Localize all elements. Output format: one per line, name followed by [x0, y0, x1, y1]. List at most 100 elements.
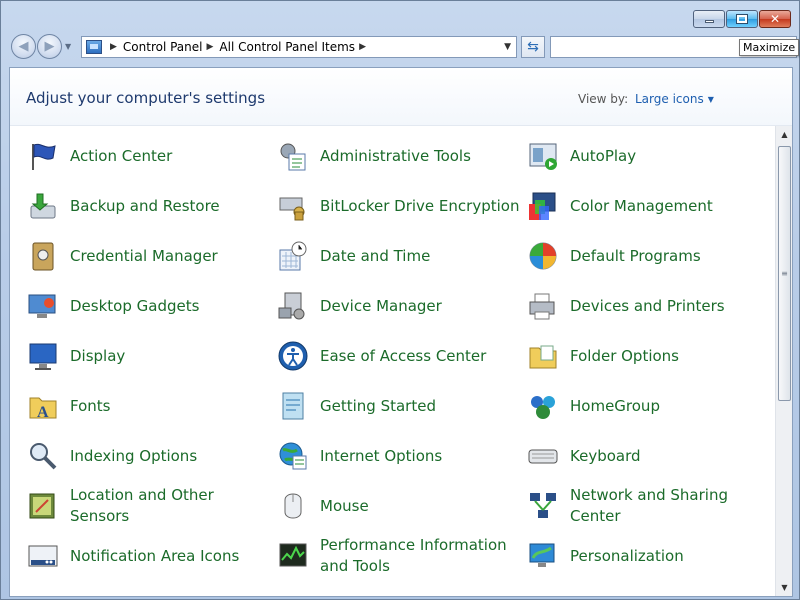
notification-area-icon [26, 539, 60, 573]
control-panel-item-label[interactable]: Internet Options [320, 446, 442, 467]
control-panel-item-label[interactable]: Ease of Access Center [320, 346, 486, 367]
control-panel-item-label[interactable]: HomeGroup [570, 396, 660, 417]
control-panel-item-label[interactable]: Color Management [570, 196, 713, 217]
control-panel-item[interactable]: A Fonts [26, 384, 276, 428]
control-panel-item-label[interactable]: Mouse [320, 496, 369, 517]
minimize-button[interactable] [693, 10, 725, 28]
chevron-down-icon: ▼ [707, 95, 714, 104]
control-panel-item[interactable]: Personalization [526, 534, 776, 578]
control-panel-item[interactable]: Display [26, 334, 276, 378]
close-icon: ✕ [769, 12, 781, 26]
minimize-icon [704, 20, 714, 23]
folder-icon [526, 339, 560, 373]
forward-button[interactable]: ▶ [37, 34, 62, 59]
control-panel-item[interactable]: Mouse [276, 484, 526, 528]
homegroup-icon [526, 389, 560, 423]
performance-icon [276, 539, 310, 573]
control-panel-item-label[interactable]: Network and Sharing Center [570, 485, 776, 527]
scroll-down-button[interactable]: ▼ [776, 579, 793, 596]
control-panel-item-label[interactable]: BitLocker Drive Encryption [320, 196, 519, 217]
control-panel-item-label[interactable]: Default Programs [570, 246, 701, 267]
control-panel-icon [86, 40, 102, 54]
control-panel-item[interactable]: Performance Information and Tools [276, 534, 526, 578]
scroll-up-button[interactable]: ▲ [776, 126, 793, 143]
control-panel-item[interactable]: Administrative Tools [276, 134, 526, 178]
control-panel-item[interactable]: Keyboard [526, 434, 776, 478]
control-panel-item-label[interactable]: Personalization [570, 546, 684, 567]
control-panel-item[interactable]: Default Programs [526, 234, 776, 278]
close-button[interactable]: ✕ [759, 10, 791, 28]
content-pane: Adjust your computer's settings View by:… [9, 67, 793, 597]
control-panel-item-label[interactable]: Performance Information and Tools [320, 535, 526, 577]
control-panel-item[interactable]: Network and Sharing Center [526, 484, 776, 528]
control-panel-item-label[interactable]: Getting Started [320, 396, 436, 417]
control-panel-item-label[interactable]: Administrative Tools [320, 146, 471, 167]
back-button[interactable]: ◀ [11, 34, 36, 59]
control-panel-item-label[interactable]: Display [70, 346, 125, 367]
control-panel-item-label[interactable]: Device Manager [320, 296, 442, 317]
monitor-icon [26, 339, 60, 373]
control-panel-item[interactable]: Notification Area Icons [26, 534, 276, 578]
keyboard-icon [526, 439, 560, 473]
refresh-button[interactable]: ⇆ [521, 36, 545, 58]
autoplay-icon [526, 139, 560, 173]
address-bar[interactable]: ▶ Control Panel ▶ All Control Panel Item… [81, 36, 517, 58]
control-panel-item[interactable]: AutoPlay [526, 134, 776, 178]
breadcrumb-separator-icon[interactable]: ▶ [359, 42, 366, 52]
scroll-thumb[interactable]: ≡ [778, 146, 791, 401]
recent-pages-dropdown[interactable]: ▼ [65, 42, 73, 51]
device-manager-icon [276, 289, 310, 323]
ease-of-access-icon [276, 339, 310, 373]
admin-tools-icon [276, 139, 310, 173]
view-mode-dropdown[interactable]: Large icons ▼ [635, 92, 714, 106]
color-management-icon [526, 189, 560, 223]
breadcrumb-separator-icon[interactable]: ▶ [207, 42, 214, 52]
control-panel-item[interactable]: Device Manager [276, 284, 526, 328]
backup-icon [26, 189, 60, 223]
control-panel-item[interactable]: Action Center [26, 134, 276, 178]
control-panel-item[interactable]: Color Management [526, 184, 776, 228]
control-panel-item[interactable]: Backup and Restore [26, 184, 276, 228]
control-panel-item[interactable]: HomeGroup [526, 384, 776, 428]
control-panel-item[interactable]: Desktop Gadgets [26, 284, 276, 328]
control-panel-item[interactable]: Ease of Access Center [276, 334, 526, 378]
printer-icon [526, 289, 560, 323]
breadcrumb-control-panel[interactable]: Control Panel [123, 40, 203, 54]
control-panel-item[interactable]: Date and Time [276, 234, 526, 278]
control-panel-item[interactable]: Location and Other Sensors [26, 484, 276, 528]
view-mode-value: Large icons [635, 92, 704, 106]
maximize-tooltip: Maximize [739, 39, 800, 56]
control-panel-item-label[interactable]: Fonts [70, 396, 110, 417]
control-panel-item-label[interactable]: Indexing Options [70, 446, 197, 467]
forward-arrow-icon: ▶ [44, 39, 55, 54]
control-panel-item-label[interactable]: Location and Other Sensors [70, 485, 276, 527]
control-panel-item-label[interactable]: Keyboard [570, 446, 641, 467]
control-panel-item-label[interactable]: Folder Options [570, 346, 679, 367]
control-panel-item[interactable]: Folder Options [526, 334, 776, 378]
control-panel-item-label[interactable]: Notification Area Icons [70, 546, 239, 567]
address-dropdown-icon[interactable]: ▼ [504, 42, 511, 52]
back-arrow-icon: ◀ [18, 39, 29, 54]
control-panel-item-label[interactable]: Backup and Restore [70, 196, 220, 217]
default-programs-icon [526, 239, 560, 273]
vertical-scrollbar[interactable]: ▲ ≡ ▼ [775, 126, 792, 596]
control-panel-item-label[interactable]: Date and Time [320, 246, 430, 267]
control-panel-item[interactable]: Getting Started [276, 384, 526, 428]
control-panel-item-label[interactable]: AutoPlay [570, 146, 636, 167]
control-panel-item[interactable]: BitLocker Drive Encryption [276, 184, 526, 228]
breadcrumb-separator-icon[interactable]: ▶ [110, 42, 117, 52]
control-panel-item-label[interactable]: Desktop Gadgets [70, 296, 199, 317]
refresh-icon: ⇆ [527, 39, 539, 55]
control-panel-item[interactable]: Credential Manager [26, 234, 276, 278]
control-panel-item-label[interactable]: Action Center [70, 146, 172, 167]
control-panel-item-label[interactable]: Devices and Printers [570, 296, 725, 317]
svg-text:A: A [37, 404, 49, 421]
breadcrumb-all-items[interactable]: All Control Panel Items [219, 40, 355, 54]
control-panel-item-label[interactable]: Credential Manager [70, 246, 218, 267]
control-panel-item[interactable]: Internet Options [276, 434, 526, 478]
control-panel-item[interactable]: Devices and Printers [526, 284, 776, 328]
desktop-gadgets-icon [26, 289, 60, 323]
control-panel-item[interactable]: Indexing Options [26, 434, 276, 478]
page-title: Adjust your computer's settings [26, 89, 266, 107]
mouse-icon [276, 489, 310, 523]
